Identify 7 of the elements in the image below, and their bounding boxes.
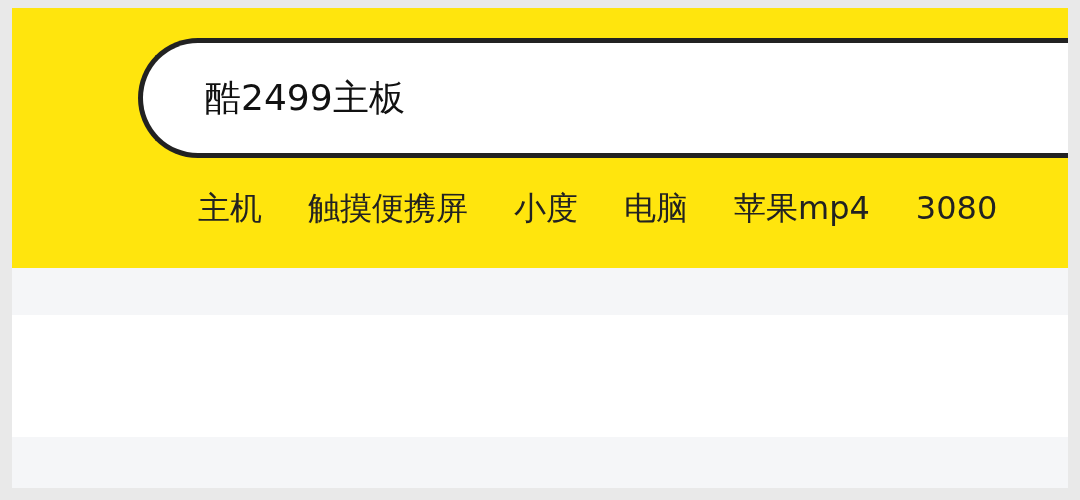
search-field[interactable]: 酷2499主板: [138, 38, 1068, 158]
suggestion-link[interactable]: 3080: [915, 186, 998, 230]
suggestion-link[interactable]: 主机: [198, 186, 262, 230]
suggestion-link[interactable]: 苹果mp4: [734, 186, 870, 230]
suggestion-link[interactable]: 电脑: [624, 186, 688, 230]
suggestion-link[interactable]: 触摸便携屏: [308, 186, 468, 230]
suggestion-link[interactable]: 小度: [514, 186, 578, 230]
